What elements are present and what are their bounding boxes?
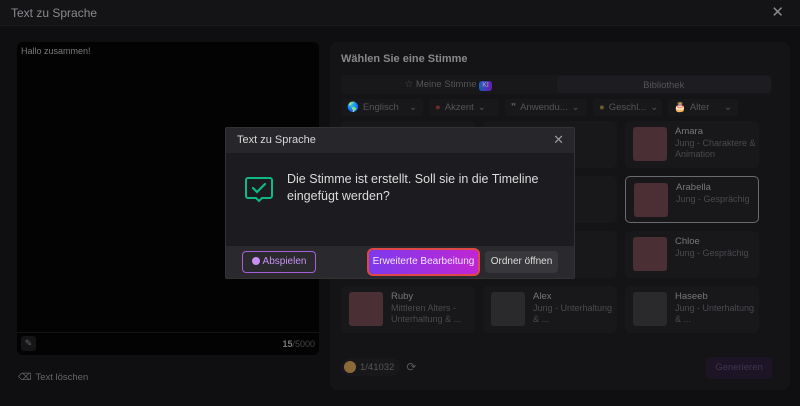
voice-avatar [349,292,383,326]
voice-avatar [633,127,667,161]
voice-heading: Wählen Sie eine Stimme [341,53,468,65]
filter-language[interactable]: 🌎 Englisch ⌄ [341,99,423,116]
close-icon[interactable]: ✕ [553,132,564,148]
voice-name: Amara [675,126,703,137]
voice-avatar [633,237,667,271]
dialog-header: Text zu Sprache ✕ [226,128,574,153]
voice-description: Jung - Unterhaltung & ... [675,303,755,324]
lips-icon: ● [435,102,441,113]
voice-avatar [634,183,668,217]
dialog-message: Die Stimme ist erstellt. Soll sie in die… [287,172,539,203]
voice-name: Ruby [391,291,414,302]
voice-card[interactable]: Ruby Mittleren Alters - Unterhaltung & .… [341,286,475,333]
credits: 1/41032 ⟳ [341,358,416,376]
voice-description: Jung - Unterhaltung & ... [533,303,613,324]
chevron-down-icon: ⌄ [477,102,486,113]
editor-text[interactable]: Hallo zusammen! [21,46,91,56]
cake-icon: 🎂 [674,102,686,113]
voice-name: Arabella [676,182,711,193]
star-icon: ☆ [404,79,414,90]
voice-description: Jung - Gesprächig [676,194,750,204]
globe-icon: 🌎 [347,102,359,113]
title-bar: Text zu Sprache ✕ [0,0,800,26]
chevron-down-icon: ⌄ [409,102,417,113]
eraser-icon: ⌫ [18,372,32,383]
filter-bar: 🌎 Englisch ⌄ ● Akzent ⌄ ❞ Anwendu... ⌄ ● Geschl… [341,99,738,116]
voice-description: Jung - Charaktere & Animation [675,138,756,159]
ki-badge: KI [479,81,492,91]
magic-pen-icon[interactable]: ✎ [21,336,36,351]
voice-avatar [491,292,525,326]
credit-counter: 1/41032 [341,358,401,376]
filter-age[interactable]: 🎂 Alter ⌄ [668,99,738,116]
confirm-dialog: Text zu Sprache ✕ Die Stimme ist erstell… [225,127,575,279]
quote-icon: ❞ [511,102,517,113]
gender-icon: ● [599,102,605,113]
clear-text-button[interactable]: ⌫ Text löschen [18,372,88,383]
voice-name: Alex [533,291,552,302]
voice-card[interactable]: Arabella Jung - Gesprächig [625,176,759,223]
filter-accent[interactable]: ● Akzent ⌄ [429,99,499,116]
generate-button[interactable]: Generieren [706,357,772,379]
filter-usage[interactable]: ❞ Anwendu... ⌄ [505,99,587,116]
filter-gender[interactable]: ● Geschl... ⌄ [593,99,662,116]
close-icon[interactable]: ✕ [771,3,784,21]
play-button[interactable]: Abspielen [242,251,316,273]
voice-card[interactable]: Alex Jung - Unterhaltung & ... [483,286,617,333]
voice-description: Jung - Gesprächig [675,248,749,258]
play-icon [251,257,260,265]
char-count: 15/5000 [282,339,315,349]
dialog-footer: Abspielen Erweiterte Bearbeitung Ordner … [226,246,574,278]
voice-card[interactable]: Haseeb Jung - Unterhaltung & ... [625,286,759,333]
divider [17,332,319,333]
open-folder-button[interactable]: Ordner öffnen [485,251,558,273]
voice-description: Mittleren Alters - Unterhaltung & ... [391,303,462,324]
voice-card[interactable]: Chloe Jung - Gesprächig [625,231,759,278]
tab-my-voice[interactable]: ☆ Meine Stimme KI [341,75,556,94]
refresh-icon[interactable]: ⟳ [406,360,416,374]
voice-avatar [633,292,667,326]
chevron-down-icon: ⌄ [650,102,659,113]
voice-tabs: ☆ Meine Stimme KI Bibliothek [341,75,772,94]
success-check-icon [245,177,273,203]
coin-icon [344,361,356,373]
dialog-title: Text zu Sprache [237,134,316,146]
voice-name: Haseeb [675,291,708,302]
chevron-down-icon: ⌄ [571,102,580,113]
chevron-down-icon: ⌄ [724,102,732,113]
advanced-edit-button[interactable]: Erweiterte Bearbeitung [367,248,480,276]
tab-library[interactable]: Bibliothek [556,76,771,93]
window-title: Text zu Sprache [11,6,98,20]
voice-card[interactable]: Amara Jung - Charaktere & Animation [625,121,759,168]
voice-name: Chloe [675,236,700,247]
